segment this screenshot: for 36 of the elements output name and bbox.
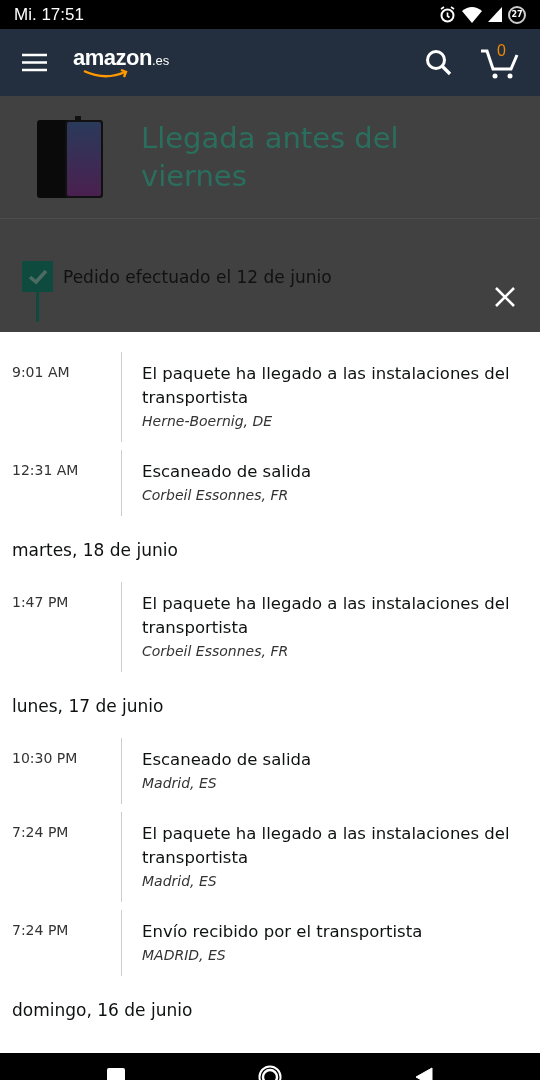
battery-icon: 27 — [508, 5, 526, 24]
event-location: Herne-Boernig, DE — [142, 412, 274, 431]
event-location: MADRID, ES — [142, 946, 227, 965]
event-location: Corbeil Essonnes, FR — [142, 642, 290, 661]
logo-text[interactable]: amazon — [73, 44, 152, 71]
event-description: El paquete ha llegado a las instalaciones del transportista — [142, 823, 511, 869]
event-time: 7:24 PM — [12, 823, 70, 842]
close-icon[interactable] — [494, 286, 516, 308]
event-description: El paquete ha llegado a las instalaciones del transportista — [142, 363, 511, 409]
event-time: 10:30 PM — [12, 749, 79, 768]
date-heading: domingo, 16 de junio — [12, 1000, 194, 1020]
back-icon[interactable] — [414, 1066, 434, 1080]
alarm-icon — [439, 6, 456, 23]
logo-suffix: .es — [151, 52, 170, 68]
smile-icon — [83, 68, 129, 79]
event-description: Envío recibido por el transportista — [142, 921, 424, 943]
date-heading: martes, 18 de junio — [12, 540, 179, 560]
event-time: 1:47 PM — [12, 593, 70, 612]
event-time: 12:31 AM — [12, 461, 80, 480]
cart-button[interactable]: 0 — [480, 45, 520, 80]
event-location: Madrid, ES — [142, 872, 218, 891]
event-description: Escaneado de salida — [142, 461, 313, 483]
event-description: El paquete ha llegado a las instalaciones del transportista — [142, 593, 511, 639]
event-time: 9:01 AM — [12, 363, 71, 382]
event-description: Escaneado de salida — [142, 749, 313, 771]
event-location: Madrid, ES — [142, 774, 218, 793]
menu-icon[interactable] — [22, 53, 47, 72]
status-time: Mi. 17:51 — [14, 4, 84, 25]
signal-icon — [488, 7, 502, 22]
search-icon[interactable] — [425, 49, 452, 76]
recents-icon[interactable] — [106, 1066, 126, 1080]
event-location: Corbeil Essonnes, FR — [142, 486, 290, 505]
wifi-icon — [462, 6, 482, 23]
date-heading: lunes, 17 de junio — [12, 696, 165, 716]
event-time: 7:24 PM — [12, 921, 70, 940]
check-icon — [27, 268, 48, 285]
